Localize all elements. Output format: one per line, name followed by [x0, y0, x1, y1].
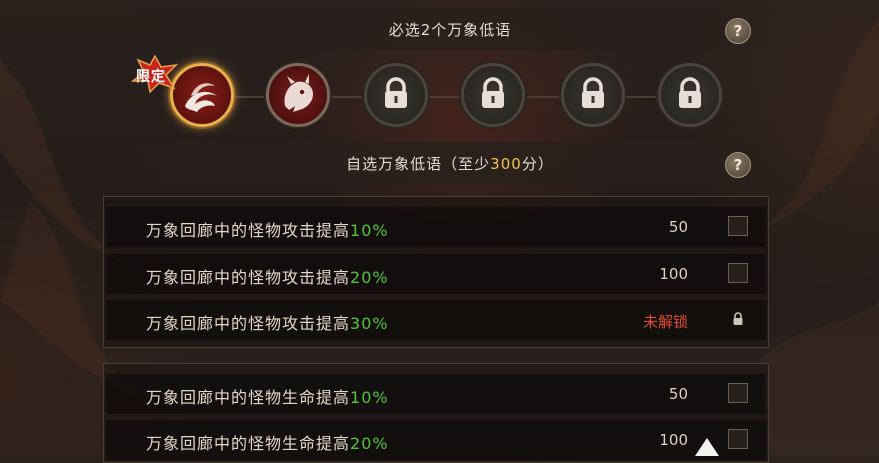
optional-title: 自选万象低语（至少300分） — [346, 155, 554, 173]
slot-locked-3[interactable] — [561, 63, 625, 127]
row-points: 50 — [668, 218, 688, 236]
slot-locked-2[interactable] — [461, 63, 525, 127]
row-label: 万象回廊中的怪物攻击提高30% — [146, 314, 389, 333]
row-checkbox[interactable] — [728, 429, 748, 449]
life-group: 万象回廊中的怪物生命提高10% 50 万象回廊中的怪物生命提高20% 100 — [103, 363, 769, 463]
flame-spiral-icon — [185, 83, 217, 112]
optional-header: 自选万象低语（至少300分） — [120, 142, 780, 184]
limited-badge-label: 限定 — [136, 69, 166, 85]
selection-header: 必选2个万象低语 — [120, 8, 780, 50]
list-item[interactable]: 万象回廊中的怪物攻击提高10% 50 — [106, 207, 766, 247]
slot-locked-4[interactable] — [658, 63, 722, 127]
list-item[interactable]: 万象回廊中的怪物生命提高20% 100 — [106, 420, 766, 460]
question-icon[interactable]: ? — [725, 152, 751, 178]
lock-icon — [582, 77, 604, 108]
lock-icon — [733, 312, 743, 325]
slot-beast[interactable] — [266, 63, 330, 127]
selection-title: 必选2个万象低语 — [388, 21, 512, 39]
lock-icon — [679, 77, 701, 108]
lock-icon — [385, 77, 407, 108]
lock-icon — [482, 77, 504, 108]
slot-locked-1[interactable] — [364, 63, 428, 127]
row-label: 万象回廊中的怪物生命提高20% — [146, 434, 389, 453]
beast-head-icon — [284, 74, 313, 112]
min-points-value: 300 — [490, 155, 522, 173]
list-item[interactable]: 万象回廊中的怪物攻击提高30% 未解锁 — [106, 300, 766, 340]
list-item[interactable]: 万象回廊中的怪物生命提高10% 50 — [106, 374, 766, 414]
attack-group: 万象回廊中的怪物攻击提高10% 50 万象回廊中的怪物攻击提高20% 100 万… — [103, 196, 769, 348]
row-checkbox[interactable] — [728, 263, 748, 283]
row-checkbox[interactable] — [728, 383, 748, 403]
pointer-cursor-icon — [695, 438, 719, 456]
row-points: 100 — [659, 265, 688, 283]
row-label: 万象回廊中的怪物攻击提高10% — [146, 221, 389, 240]
row-label: 万象回廊中的怪物生命提高10% — [146, 388, 389, 407]
row-checkbox[interactable] — [728, 216, 748, 236]
row-locked-text: 未解锁 — [642, 313, 688, 331]
row-label: 万象回廊中的怪物攻击提高20% — [146, 268, 389, 287]
row-points: 100 — [659, 431, 688, 449]
row-points: 50 — [668, 385, 688, 403]
question-icon[interactable]: ? — [725, 18, 751, 44]
list-item[interactable]: 万象回廊中的怪物攻击提高20% 100 — [106, 254, 766, 294]
